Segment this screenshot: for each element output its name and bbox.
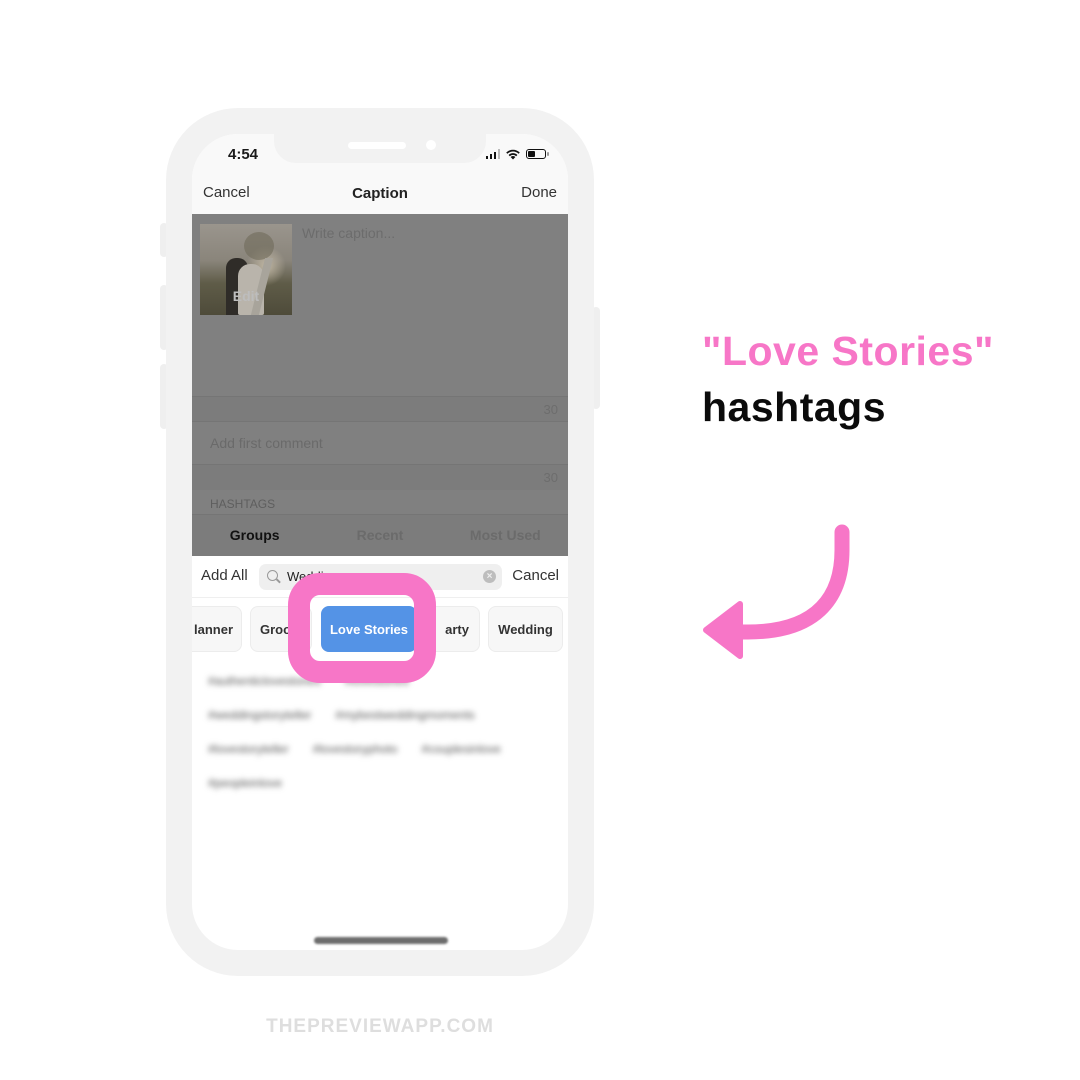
home-indicator xyxy=(314,937,448,944)
callout-text: "Love Stories" hashtags xyxy=(702,326,994,438)
caption-nav-bar: Cancel Caption Done xyxy=(192,178,568,214)
group-chip-planner[interactable]: lanner xyxy=(192,606,242,652)
brand-footer: THEPREVIEWAPP.COM xyxy=(266,1016,494,1037)
tab-recent[interactable]: Recent xyxy=(317,515,442,556)
hashtag-item[interactable]: #mybestweddingmoments xyxy=(335,708,474,726)
caption-char-count: 30 xyxy=(543,402,558,417)
curved-arrow-icon xyxy=(703,524,850,659)
signal-icon xyxy=(485,149,500,159)
hashtag-tabs: Groups Recent Most Used xyxy=(192,514,568,556)
hashtags-section-label: HASHTAGS xyxy=(210,497,276,511)
phone-screen: 4:54 Cancel Caption Done Edit Write capt… xyxy=(192,134,568,950)
comment-char-count-row: 30 xyxy=(192,464,568,490)
front-camera xyxy=(426,140,436,150)
tab-groups[interactable]: Groups xyxy=(192,515,317,556)
group-chip-wedding[interactable]: Wedding xyxy=(488,606,563,652)
hashtag-list: #authenticlovestories #lovestories #wedd… xyxy=(208,674,558,810)
done-button[interactable]: Done xyxy=(521,184,557,201)
hashtag-row: #weddingstoryteller #mybestweddingmoment… xyxy=(208,708,558,726)
edit-thumbnail-label[interactable]: Edit xyxy=(200,288,292,304)
add-all-button[interactable]: Add All xyxy=(201,567,248,584)
status-time: 4:54 xyxy=(228,146,259,163)
status-icons xyxy=(485,148,549,160)
tab-most-used[interactable]: Most Used xyxy=(443,515,568,556)
hashtag-row: #peopleinlove xyxy=(208,776,558,794)
search-icon xyxy=(267,570,278,581)
wifi-icon xyxy=(506,149,520,160)
callout-group-name: "Love Stories" xyxy=(702,328,994,374)
dimmed-overlay: Edit Write caption... 30 Add first comme… xyxy=(192,214,568,556)
hashtag-item[interactable]: #weddingstoryteller xyxy=(208,708,311,726)
hashtag-item[interactable]: #lovestoryteller xyxy=(208,742,289,760)
post-thumbnail[interactable]: Edit xyxy=(200,224,292,315)
callout-subtitle: hashtags xyxy=(702,384,886,430)
caption-char-count-row: 30 xyxy=(192,396,568,422)
battery-level xyxy=(528,151,535,157)
hashtag-row: #lovestoryteller #lovestoryphoto #couple… xyxy=(208,742,558,760)
speaker-grille xyxy=(348,142,406,149)
caption-input[interactable]: Write caption... xyxy=(302,225,395,241)
page-title: Caption xyxy=(352,185,408,202)
search-cancel-button[interactable]: Cancel xyxy=(512,567,559,584)
comment-char-count: 30 xyxy=(543,470,558,485)
hashtag-item[interactable]: #peopleinlove xyxy=(208,776,282,794)
hashtag-item[interactable]: #couplesinlove xyxy=(421,742,500,760)
clear-search-icon[interactable]: × xyxy=(483,570,496,583)
battery-icon xyxy=(526,149,549,159)
photo-tree xyxy=(244,232,274,260)
hashtag-item[interactable]: #lovestoryphoto xyxy=(313,742,398,760)
first-comment-input[interactable]: Add first comment xyxy=(210,435,323,451)
highlight-ring xyxy=(288,573,436,683)
notch xyxy=(274,134,486,163)
